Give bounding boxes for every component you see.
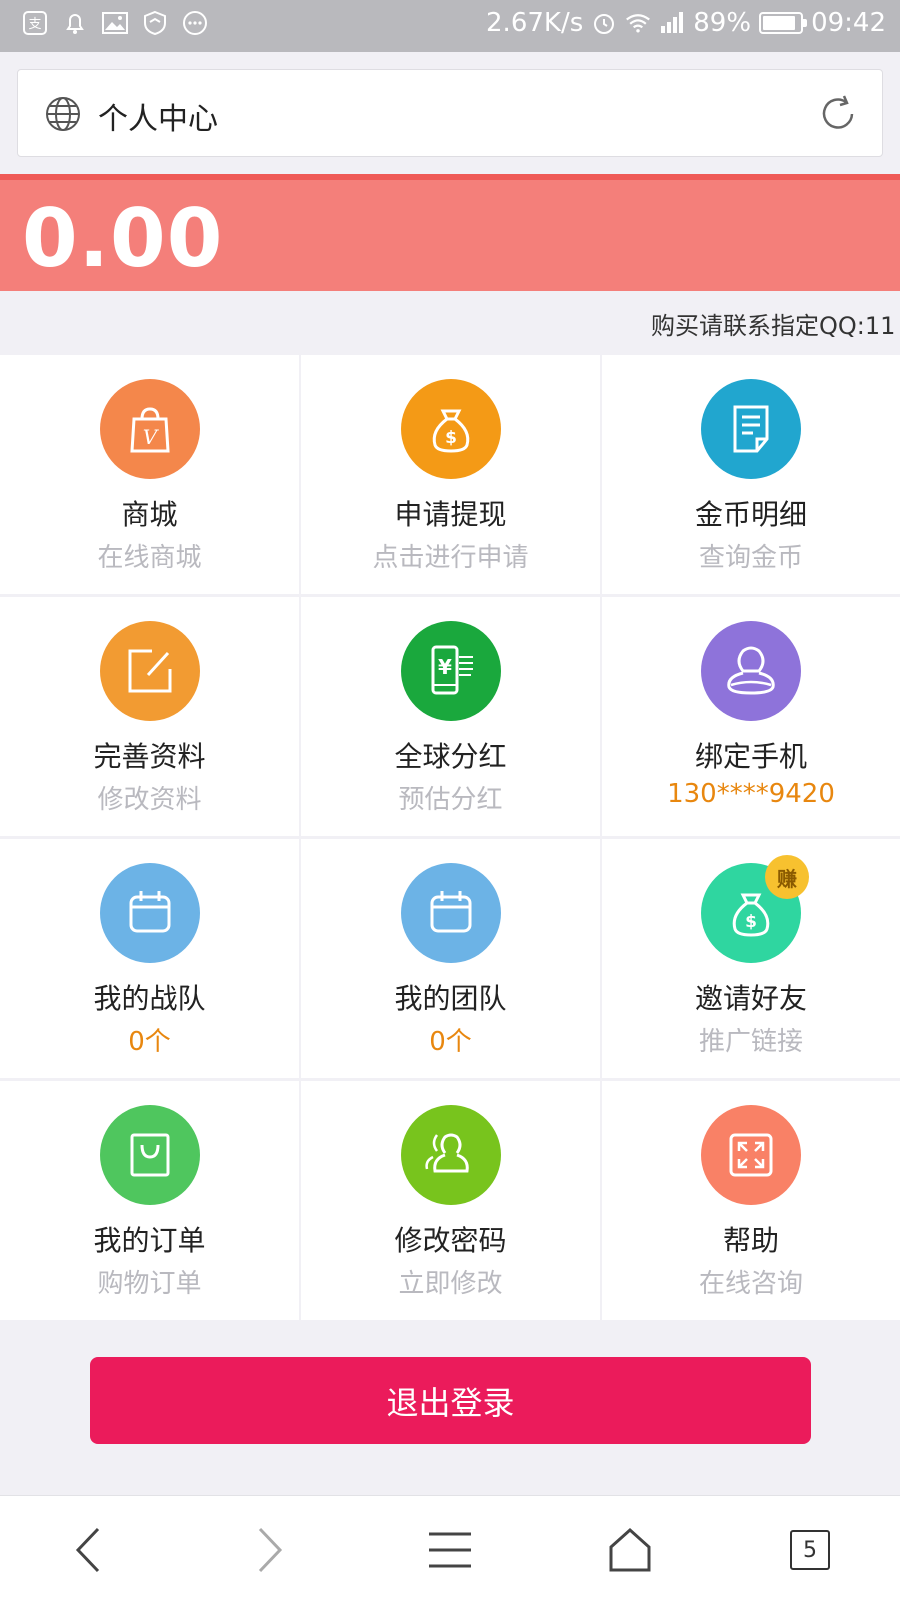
grid-item-edit-profile[interactable]: 完善资料 修改资料 [0, 597, 299, 836]
grid-item-help[interactable]: 帮助 在线咨询 [602, 1081, 900, 1320]
grid-item-title: 帮助 [722, 1224, 779, 1257]
address-bar[interactable]: 个人中心 [17, 69, 883, 157]
battery-percent: 89% [693, 8, 752, 38]
alipay-icon: 支 [22, 10, 48, 36]
status-bar: 支 2.67K/s 89% 09:42 [0, 0, 900, 52]
calendar-icon [400, 863, 501, 963]
grid-item-sub: 修改资料 [97, 785, 202, 815]
network-speed: 2.67K/s [486, 8, 584, 38]
users-icon [400, 1105, 501, 1205]
battery-icon [759, 12, 808, 34]
menu-icon[interactable] [422, 1522, 478, 1578]
svg-text:V: V [142, 425, 159, 449]
expand-icon [701, 1105, 801, 1205]
alarm-icon [591, 10, 617, 36]
grid-item-title: 绑定手机 [694, 740, 807, 773]
grid-item-sub: 130****9420 [667, 779, 835, 809]
grid-item-title: 修改密码 [394, 1224, 507, 1257]
grid-item-title: 全球分红 [394, 740, 507, 773]
globe-icon [44, 95, 82, 133]
user-icon [701, 621, 801, 721]
svg-text:$: $ [445, 428, 457, 448]
grid-item-title: 商城 [121, 498, 178, 531]
svg-text:$: $ [745, 912, 757, 932]
grid-item-sub: 购物订单 [97, 1269, 202, 1299]
grid-item-sub: 在线商城 [97, 543, 202, 573]
more-icon [182, 10, 208, 36]
grid-item-title: 我的订单 [93, 1224, 206, 1257]
home-icon[interactable] [602, 1522, 658, 1578]
forward-icon[interactable] [242, 1522, 298, 1578]
grid-item-sub: 0个 [128, 1027, 171, 1057]
back-icon[interactable] [60, 1522, 116, 1578]
clock: 09:42 [811, 8, 886, 38]
grid-item-withdraw[interactable]: $ 申请提现 点击进行申请 [301, 355, 600, 594]
yuan-phone-icon: ¥ [400, 621, 501, 721]
grid-item-sub: 点击进行申请 [372, 543, 529, 573]
grid-item-sub: 查询金币 [698, 543, 803, 573]
calendar-icon [99, 863, 200, 963]
grid-item-sub: 0个 [429, 1027, 472, 1057]
shield-icon [142, 10, 168, 36]
signal-icon [659, 10, 685, 36]
notice-text: 购买请联系指定QQ:11 [651, 312, 896, 340]
money-bag-icon: $ 赚 [701, 855, 809, 963]
grid-item-invite-friends[interactable]: $ 赚 邀请好友 推广链接 [602, 839, 900, 1078]
bottom-nav: 5 [0, 1495, 900, 1600]
grid-item-title: 邀请好友 [694, 982, 807, 1015]
grid-item-mall[interactable]: V 商城 在线商城 [0, 355, 299, 594]
grid-item-title: 我的战队 [93, 982, 206, 1015]
svg-text:¥: ¥ [438, 655, 452, 679]
grid-item-global-dividend[interactable]: ¥ 全球分红 预估分红 [301, 597, 600, 836]
document-icon [701, 379, 801, 479]
grid-item-my-team[interactable]: 我的团队 0个 [301, 839, 600, 1078]
grid-item-title: 我的团队 [394, 982, 507, 1015]
wifi-icon [625, 10, 651, 36]
balance-banner: 0.00 [0, 174, 900, 291]
grid-item-change-password[interactable]: 修改密码 立即修改 [301, 1081, 600, 1320]
money-bag-icon: $ [400, 379, 501, 479]
notification-icon [62, 10, 88, 36]
svg-text:支: 支 [28, 17, 41, 32]
page-title: 个人中心 [98, 102, 218, 137]
logout-button[interactable]: 退出登录 [90, 1357, 811, 1444]
grid-item-coin-details[interactable]: 金币明细 查询金币 [602, 355, 900, 594]
grid-item-my-orders[interactable]: 我的订单 购物订单 [0, 1081, 299, 1320]
grid-item-title: 完善资料 [93, 740, 206, 773]
grid-item-title: 金币明细 [694, 498, 807, 531]
grid-item-sub: 预估分红 [398, 785, 503, 815]
grid-item-sub: 在线咨询 [698, 1269, 803, 1299]
tabs-count: 5 [790, 1530, 830, 1570]
tabs-icon[interactable]: 5 [782, 1522, 838, 1578]
bag-icon [99, 1105, 200, 1205]
grid-item-bind-phone[interactable]: 绑定手机 130****9420 [602, 597, 900, 836]
grid-item-sub: 立即修改 [398, 1269, 503, 1299]
grid-item-title: 申请提现 [394, 498, 507, 531]
grid-item-sub: 推广链接 [698, 1027, 803, 1057]
earn-badge: 赚 [765, 855, 809, 899]
image-icon [102, 10, 128, 36]
menu-grid: V 商城 在线商城 $ 申请提现 点击进行申请 金币明细 查询金币 完善资料 修… [0, 355, 900, 1320]
grid-item-my-squad[interactable]: 我的战队 0个 [0, 839, 299, 1078]
notice-marquee: 购买请联系指定QQ:11 [0, 306, 900, 346]
edit-icon [99, 621, 200, 721]
reload-icon[interactable] [816, 92, 860, 136]
balance-value: 0.00 [22, 192, 224, 285]
shopping-bag-icon: V [99, 379, 200, 479]
